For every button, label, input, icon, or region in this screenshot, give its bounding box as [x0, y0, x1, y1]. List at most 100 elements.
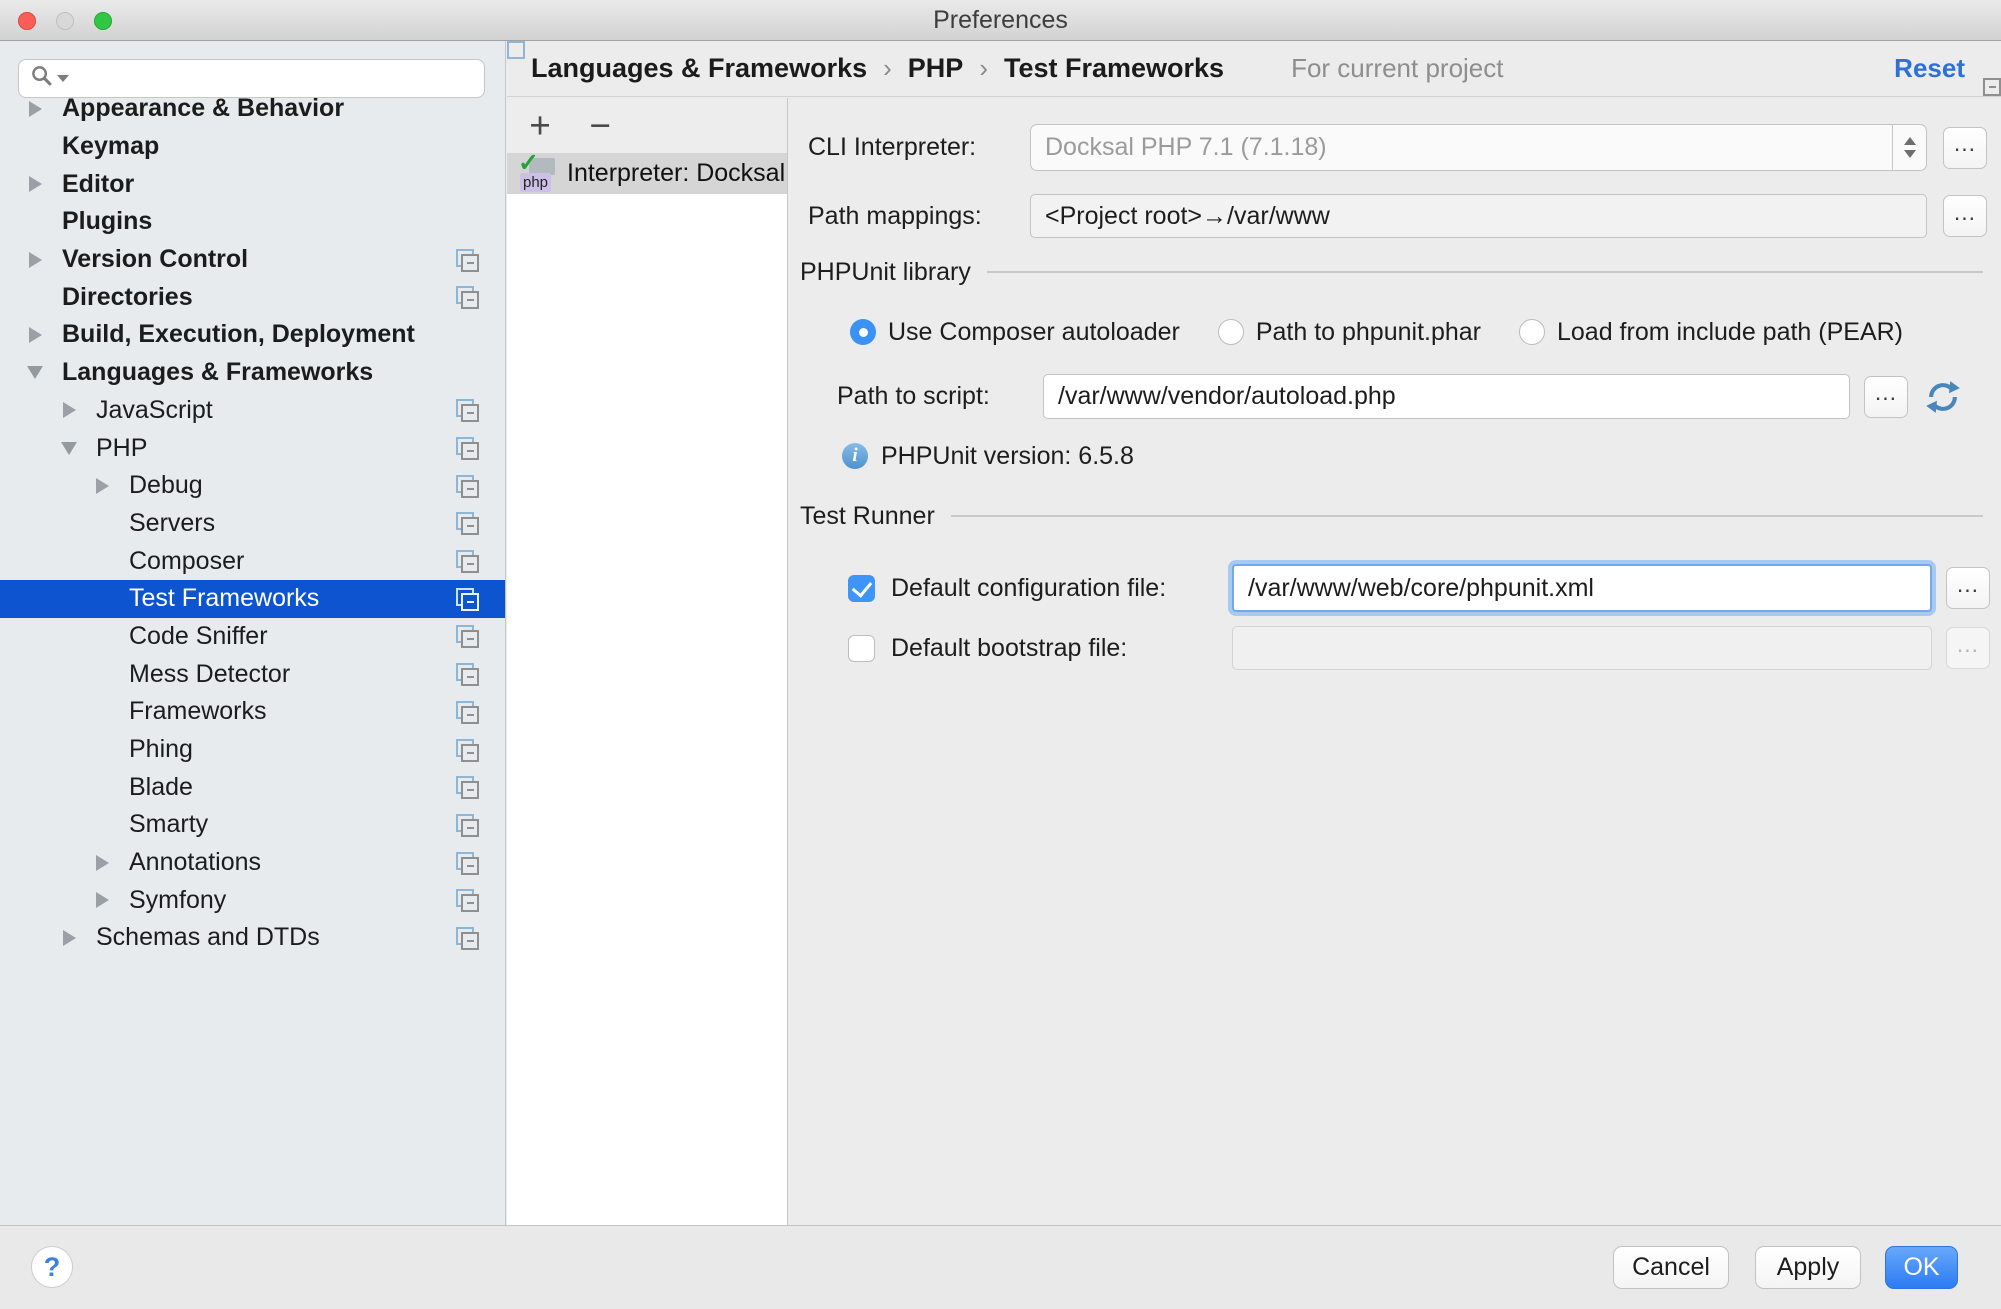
search-options-caret-icon — [57, 75, 69, 82]
settings-sidebar: Appearance & Behavior Keymap Editor Plug… — [0, 41, 506, 1225]
sidebar-item-phing[interactable]: Phing — [0, 731, 505, 769]
chevron-right-icon — [29, 176, 42, 192]
settings-tree: Appearance & Behavior Keymap Editor Plug… — [0, 90, 505, 957]
php-interpreter-icon: ✓php — [517, 155, 559, 193]
sidebar-item-php[interactable]: PHP — [0, 429, 505, 467]
sidebar-item-blade[interactable]: Blade — [0, 768, 505, 806]
help-button[interactable]: ? — [31, 1246, 73, 1288]
sidebar-item-javascript[interactable]: JavaScript — [0, 392, 505, 430]
dialog-footer: ? Cancel Apply OK — [0, 1225, 2001, 1309]
test-frameworks-settings: CLI Interpreter: Docksal PHP 7.1 (7.1.18… — [788, 98, 2001, 1225]
sidebar-item-keymap[interactable]: Keymap — [0, 128, 505, 166]
sidebar-item-editor[interactable]: Editor — [0, 165, 505, 203]
path-to-script-label: Path to script: — [837, 382, 1043, 411]
section-divider — [987, 271, 1983, 273]
chevron-right-icon — [29, 101, 42, 117]
path-mappings-label: Path mappings: — [808, 202, 1030, 231]
apply-button[interactable]: Apply — [1755, 1246, 1861, 1289]
sidebar-item-schemas-and-dtds[interactable]: Schemas and DTDs — [0, 919, 505, 957]
per-project-icon — [456, 286, 479, 309]
sidebar-item-annotations[interactable]: Annotations — [0, 844, 505, 882]
default-bootstrap-file-label: Default bootstrap file: — [891, 634, 1232, 663]
per-project-icon — [456, 625, 479, 648]
ok-button[interactable]: OK — [1885, 1246, 1958, 1289]
path-mappings-field[interactable]: <Project root>→/var/www — [1030, 194, 1927, 238]
per-project-icon — [456, 437, 479, 460]
sidebar-item-build-execution-deployment[interactable]: Build, Execution, Deployment — [0, 316, 505, 354]
per-project-icon — [456, 776, 479, 799]
chevron-down-icon — [27, 366, 43, 379]
breadcrumb-test-frameworks[interactable]: Test Frameworks — [1004, 53, 1224, 84]
path-mappings-browse-button[interactable]: ... — [1943, 195, 1987, 237]
sidebar-item-frameworks[interactable]: Frameworks — [0, 693, 505, 731]
interpreters-panel: + − ✓php Interpreter: Docksal — [507, 98, 788, 1225]
refresh-icon[interactable] — [1924, 378, 1962, 416]
breadcrumb-separator: › — [979, 53, 988, 84]
add-interpreter-button[interactable]: + — [523, 111, 557, 141]
sidebar-item-servers[interactable]: Servers — [0, 505, 505, 543]
per-project-icon — [456, 852, 479, 875]
sidebar-item-languages-frameworks[interactable]: Languages & Frameworks — [0, 354, 505, 392]
info-icon — [842, 443, 868, 469]
radio-use-composer-autoloader[interactable] — [850, 319, 876, 345]
cancel-button[interactable]: Cancel — [1613, 1246, 1729, 1289]
default-configuration-file-browse-button[interactable]: ... — [1946, 567, 1990, 609]
sidebar-item-composer[interactable]: Composer — [0, 542, 505, 580]
default-bootstrap-file-browse-button: ... — [1946, 627, 1990, 669]
default-configuration-file-field[interactable]: /var/www/web/core/phpunit.xml — [1232, 564, 1932, 612]
chevron-right-icon — [96, 478, 109, 494]
sidebar-item-symfony[interactable]: Symfony — [0, 881, 505, 919]
cli-interpreter-label: CLI Interpreter: — [808, 133, 1030, 162]
chevron-right-icon — [96, 892, 109, 908]
cli-interpreter-browse-button[interactable]: ... — [1943, 127, 1987, 169]
chevron-right-icon — [63, 930, 76, 946]
titlebar: Preferences — [0, 0, 2001, 41]
phpunit-version-text: PHPUnit version: 6.5.8 — [881, 442, 1134, 471]
sidebar-item-smarty[interactable]: Smarty — [0, 806, 505, 844]
breadcrumb: Languages & Frameworks › PHP › Test Fram… — [507, 41, 2001, 97]
breadcrumb-php[interactable]: PHP — [908, 53, 964, 84]
sidebar-item-version-control[interactable]: Version Control — [0, 241, 505, 279]
per-project-icon — [1258, 57, 1281, 80]
radio-load-from-include-path[interactable] — [1519, 319, 1545, 345]
sidebar-item-directories[interactable]: Directories — [0, 278, 505, 316]
breadcrumb-languages-frameworks[interactable]: Languages & Frameworks — [531, 53, 867, 84]
remove-interpreter-button[interactable]: − — [583, 111, 617, 141]
sidebar-item-appearance-behavior[interactable]: Appearance & Behavior — [0, 90, 505, 128]
default-configuration-file-label: Default configuration file: — [891, 574, 1232, 603]
chevron-right-icon — [96, 855, 109, 871]
chevron-right-icon — [63, 402, 76, 418]
sidebar-item-mess-detector[interactable]: Mess Detector — [0, 655, 505, 693]
reset-link[interactable]: Reset — [1894, 53, 1965, 84]
interpreter-list-item[interactable]: ✓php Interpreter: Docksal — [507, 153, 787, 194]
sidebar-item-plugins[interactable]: Plugins — [0, 203, 505, 241]
window-title: Preferences — [0, 0, 2001, 41]
path-to-script-field[interactable]: /var/www/vendor/autoload.php — [1043, 374, 1850, 419]
cli-interpreter-select[interactable]: Docksal PHP 7.1 (7.1.18) — [1030, 124, 1927, 171]
per-project-icon — [456, 701, 479, 724]
sidebar-item-test-frameworks[interactable]: Test Frameworks — [0, 580, 505, 618]
per-project-icon — [456, 889, 479, 912]
scope-indicator: For current project — [1258, 53, 1503, 84]
per-project-icon — [456, 927, 479, 950]
test-runner-section-title: Test Runner — [800, 502, 935, 531]
combo-stepper-icon[interactable] — [1892, 125, 1926, 170]
search-icon — [30, 64, 54, 93]
default-bootstrap-file-field — [1232, 626, 1932, 670]
breadcrumb-separator: › — [883, 53, 892, 84]
per-project-icon — [456, 512, 479, 535]
per-project-icon — [456, 550, 479, 573]
sidebar-item-debug[interactable]: Debug — [0, 467, 505, 505]
per-project-icon — [456, 814, 479, 837]
radio-path-to-phpunit-phar[interactable] — [1218, 319, 1244, 345]
per-project-icon — [456, 588, 479, 611]
interpreters-toolbar: + − — [507, 98, 787, 153]
default-configuration-file-checkbox[interactable] — [848, 575, 875, 602]
per-project-icon — [456, 399, 479, 422]
section-divider — [951, 515, 1983, 517]
path-to-script-browse-button[interactable]: ... — [1864, 376, 1908, 418]
per-project-icon — [456, 663, 479, 686]
default-bootstrap-file-checkbox[interactable] — [848, 635, 875, 662]
sidebar-item-code-sniffer[interactable]: Code Sniffer — [0, 618, 505, 656]
per-project-icon — [456, 475, 479, 498]
